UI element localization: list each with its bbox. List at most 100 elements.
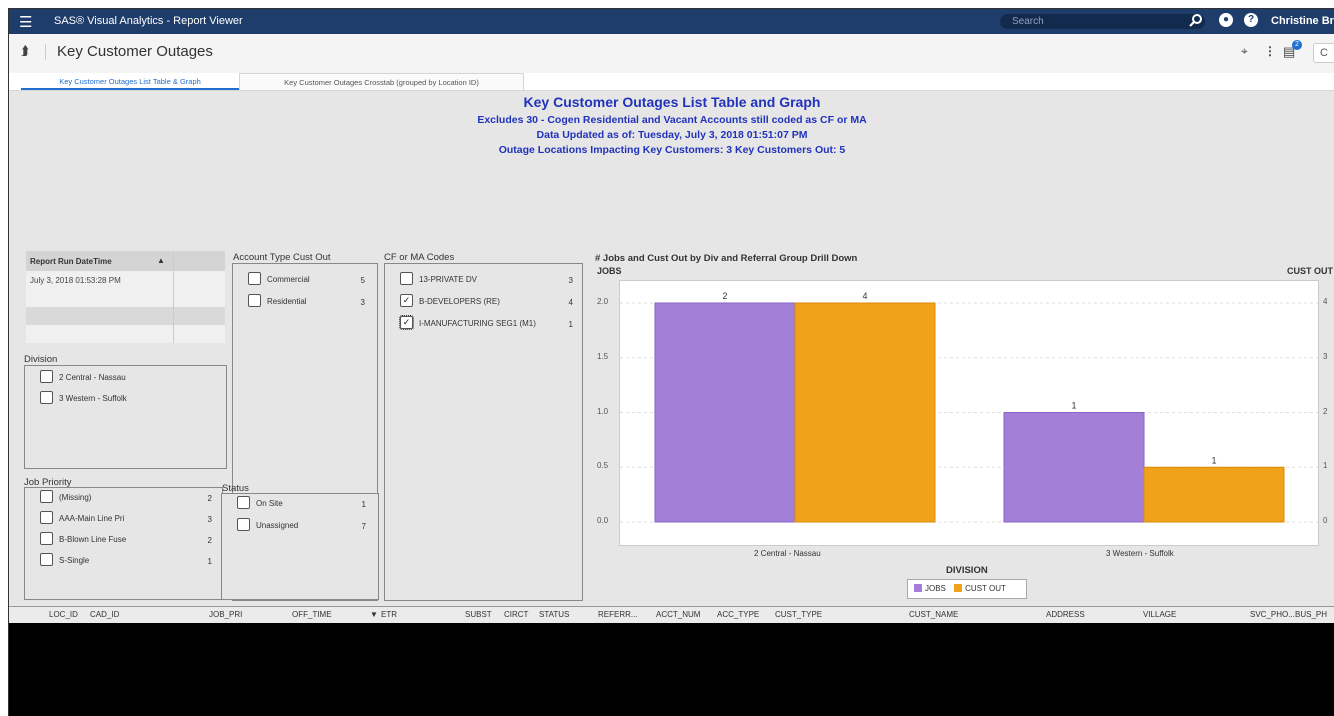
report-run-header-label: Report Run DateTime (30, 257, 112, 266)
table-row (26, 289, 225, 307)
user-name[interactable]: Christine Br (1271, 15, 1334, 27)
job-priority-option[interactable]: B-Blown Line Fuse (40, 532, 127, 547)
division-option[interactable]: 3 Western - Suffolk (40, 391, 127, 406)
column-header[interactable]: JOB_PRI (209, 610, 242, 619)
option-label: AAA-Main Line Pri (59, 514, 125, 523)
cf-ma-codes-label: CF or MA Codes (384, 252, 455, 263)
hamburger-menu-icon[interactable]: ☰ (19, 13, 32, 31)
checkbox[interactable] (40, 553, 53, 567)
checkbox[interactable] (40, 391, 53, 405)
column-header[interactable]: ACCT_NUM (656, 610, 700, 619)
job-priority-option[interactable]: S-Single (40, 553, 90, 568)
checkbox[interactable] (40, 511, 53, 525)
status-option[interactable]: On Site (237, 496, 283, 511)
bar-jobs[interactable] (654, 302, 796, 523)
job-priority-option[interactable]: AAA-Main Line Pri (40, 511, 125, 526)
column-header[interactable]: SUBST (465, 610, 492, 619)
sort-ascending-icon[interactable]: ▲ (157, 256, 165, 265)
data-label: 4 (862, 291, 867, 301)
option-label: On Site (256, 499, 283, 508)
comments-count-badge: 2 (1292, 40, 1302, 50)
option-count: 3 (568, 276, 573, 285)
checkbox[interactable] (248, 294, 261, 308)
option-label: B-Blown Line Fuse (59, 535, 127, 544)
y2-tick-label: 0 (1323, 516, 1328, 525)
column-header[interactable]: ADDRESS (1046, 610, 1085, 619)
column-header[interactable]: OFF_TIME (292, 610, 332, 619)
tab-crosstab[interactable]: Key Customer Outages Crosstab (grouped b… (239, 73, 524, 90)
division-panel: 2 Central - Nassau 3 Western - Suffolk (24, 365, 227, 469)
checkbox[interactable] (40, 490, 53, 504)
search-icon[interactable] (1189, 13, 1203, 27)
tab-list-table-graph[interactable]: Key Customer Outages List Table & Graph (21, 73, 239, 90)
report-run-value: July 3, 2018 01:53:28 PM (30, 276, 121, 285)
cf-ma-option[interactable]: ✓ B-DEVELOPERS (RE) (400, 294, 500, 309)
report-header: ⮭ Key Customer Outages ⌖ ⋮ ▤ 2 C (9, 34, 1334, 74)
column-header[interactable]: CAD_ID (90, 610, 119, 619)
legend-swatch-cust-out (954, 583, 963, 592)
x-axis-title: DIVISION (946, 565, 988, 576)
sort-descending-icon[interactable]: ▼ (370, 610, 378, 619)
option-label: S-Single (59, 556, 90, 565)
search-input[interactable]: Search (1000, 14, 1205, 29)
checkbox[interactable] (248, 272, 261, 286)
checkbox[interactable] (237, 518, 250, 532)
checkbox[interactable] (40, 532, 53, 546)
division-option[interactable]: 2 Central - Nassau (40, 370, 126, 385)
account-type-option[interactable]: Residential (248, 294, 307, 309)
job-priority-option[interactable]: (Missing) (40, 490, 91, 505)
checkbox[interactable] (237, 496, 250, 510)
y2-tick-label: 2 (1323, 406, 1328, 416)
bar-cust-out[interactable] (1143, 466, 1285, 523)
table-row (26, 325, 225, 343)
chart-plot-area[interactable]: 2 4 1 1 (619, 280, 1319, 546)
option-count: 1 (207, 557, 212, 566)
column-header[interactable]: VILLAGE (1143, 610, 1176, 619)
report-subtitle-1: Excludes 30 - Cogen Residential and Vaca… (477, 114, 867, 126)
legend-label: CUST OUT (965, 584, 1006, 593)
column-header[interactable]: ACC_TYPE (717, 610, 759, 619)
column-divider (173, 251, 174, 343)
account-type-option[interactable]: Commercial (248, 272, 310, 287)
option-count: 2 (207, 536, 212, 545)
option-count: 3 (360, 298, 365, 307)
status-option[interactable]: Unassigned (237, 518, 299, 533)
back-icon[interactable]: ⮭ (21, 43, 29, 59)
report-run-header[interactable]: Report Run DateTime ▲ (26, 251, 225, 271)
y-tick-label: 0.0 (597, 516, 609, 525)
column-header[interactable]: LOC_ID (49, 610, 78, 619)
more-options-icon[interactable]: ⋮ (1264, 44, 1276, 58)
bar-cust-out[interactable] (794, 302, 936, 523)
fullscreen-icon[interactable]: ⌖ (1241, 44, 1248, 59)
y-tick-label: 0.5 (597, 461, 609, 471)
tab-bar: Key Customer Outages List Table & Graph … (9, 73, 1334, 91)
header-field[interactable]: C (1313, 43, 1334, 63)
chart-legend[interactable]: JOBS CUST OUT (907, 579, 1027, 599)
cf-ma-option[interactable]: 13-PRIVATE DV (400, 272, 477, 287)
y2-tick-label: 3 (1323, 351, 1328, 361)
header-divider (45, 44, 46, 60)
help-icon[interactable]: ? (1244, 13, 1258, 27)
cf-ma-option[interactable]: ✓ I-MANUFACTURING SEG1 (M1) (399, 315, 536, 331)
checkbox[interactable] (400, 272, 413, 286)
checkbox-checked[interactable]: ✓ (399, 315, 414, 331)
column-header[interactable]: STATUS (539, 610, 569, 619)
y2-axis-title: CUST OUT (1287, 266, 1333, 276)
notification-icon[interactable]: ● (1219, 13, 1233, 27)
x-tick-label: 3 Western - Suffolk (1106, 549, 1174, 558)
bar-jobs[interactable] (1003, 412, 1145, 523)
column-header[interactable]: REFERR... (598, 610, 638, 619)
app-title: SAS® Visual Analytics - Report Viewer (54, 15, 243, 27)
column-header[interactable]: ETR (381, 610, 397, 619)
chart-title: # Jobs and Cust Out by Div and Referral … (595, 253, 858, 264)
option-label: Residential (267, 297, 307, 306)
checkbox-checked[interactable]: ✓ (400, 294, 413, 308)
column-header[interactable]: BUS_PH (1295, 610, 1327, 619)
table-row: July 3, 2018 01:53:28 PM (26, 271, 225, 289)
option-label: Unassigned (256, 521, 299, 530)
column-header[interactable]: SVC_PHO... (1250, 610, 1295, 619)
column-header[interactable]: CUST_NAME (909, 610, 958, 619)
checkbox[interactable] (40, 370, 53, 384)
column-header[interactable]: CIRCT (504, 610, 528, 619)
column-header[interactable]: CUST_TYPE (775, 610, 822, 619)
